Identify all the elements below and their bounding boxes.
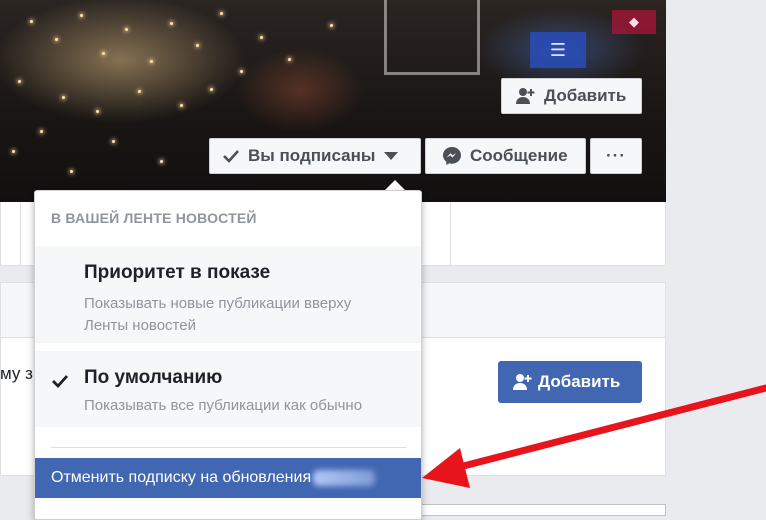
neon-sign-decoration: ◆ <box>612 10 656 34</box>
unfollow-label: Отменить подписку на обновления <box>51 469 312 486</box>
messenger-icon <box>443 147 461 165</box>
following-button[interactable]: Вы подписаны <box>209 138 421 174</box>
road-sign-decoration <box>384 0 480 75</box>
nav-divider <box>20 202 21 266</box>
card-text-fragment: му з <box>0 364 33 383</box>
unfollow-menu-item[interactable]: Отменить подписку на обновления <box>35 458 421 498</box>
person-plus-icon <box>513 374 532 390</box>
add-friend-button[interactable]: Добавить <box>501 78 642 114</box>
option-description: Показывать все публикации как обычно <box>84 397 363 414</box>
message-label: Сообщение <box>470 146 568 165</box>
add-friend-label: Добавить <box>544 86 627 105</box>
option-description: Показывать новые публикации вверху <box>84 295 352 312</box>
option-title: Приоритет в показе <box>84 262 271 283</box>
person-plus-icon <box>516 88 535 104</box>
check-icon <box>223 150 239 163</box>
more-dots-icon: ··· <box>606 146 626 165</box>
option-default[interactable]: По умолчанию Показывать все публикации к… <box>35 351 421 427</box>
news-feed-dropdown-menu: В ВАШЕЙ ЛЕНТЕ НОВОСТЕЙ Приоритет в показ… <box>34 190 422 520</box>
neon-sign-decoration: ☰ <box>530 32 586 68</box>
dropdown-header: В ВАШЕЙ ЛЕНТЕ НОВОСТЕЙ <box>51 210 257 226</box>
dropdown-divider <box>51 447 407 448</box>
option-title: По умолчанию <box>84 367 223 388</box>
caret-down-icon <box>384 152 399 160</box>
blurred-name <box>313 470 376 486</box>
option-see-first[interactable]: Приоритет в показе Показывать новые публ… <box>35 246 421 343</box>
add-friend-card-label: Добавить <box>538 372 621 391</box>
option-description: Ленты новостей <box>84 317 196 334</box>
message-button[interactable]: Сообщение <box>425 138 586 174</box>
add-friend-card-button[interactable]: Добавить <box>498 361 642 403</box>
following-label: Вы подписаны <box>248 146 376 165</box>
check-icon <box>52 375 69 389</box>
nav-divider <box>450 202 451 266</box>
more-options-button[interactable]: ··· <box>590 138 642 174</box>
